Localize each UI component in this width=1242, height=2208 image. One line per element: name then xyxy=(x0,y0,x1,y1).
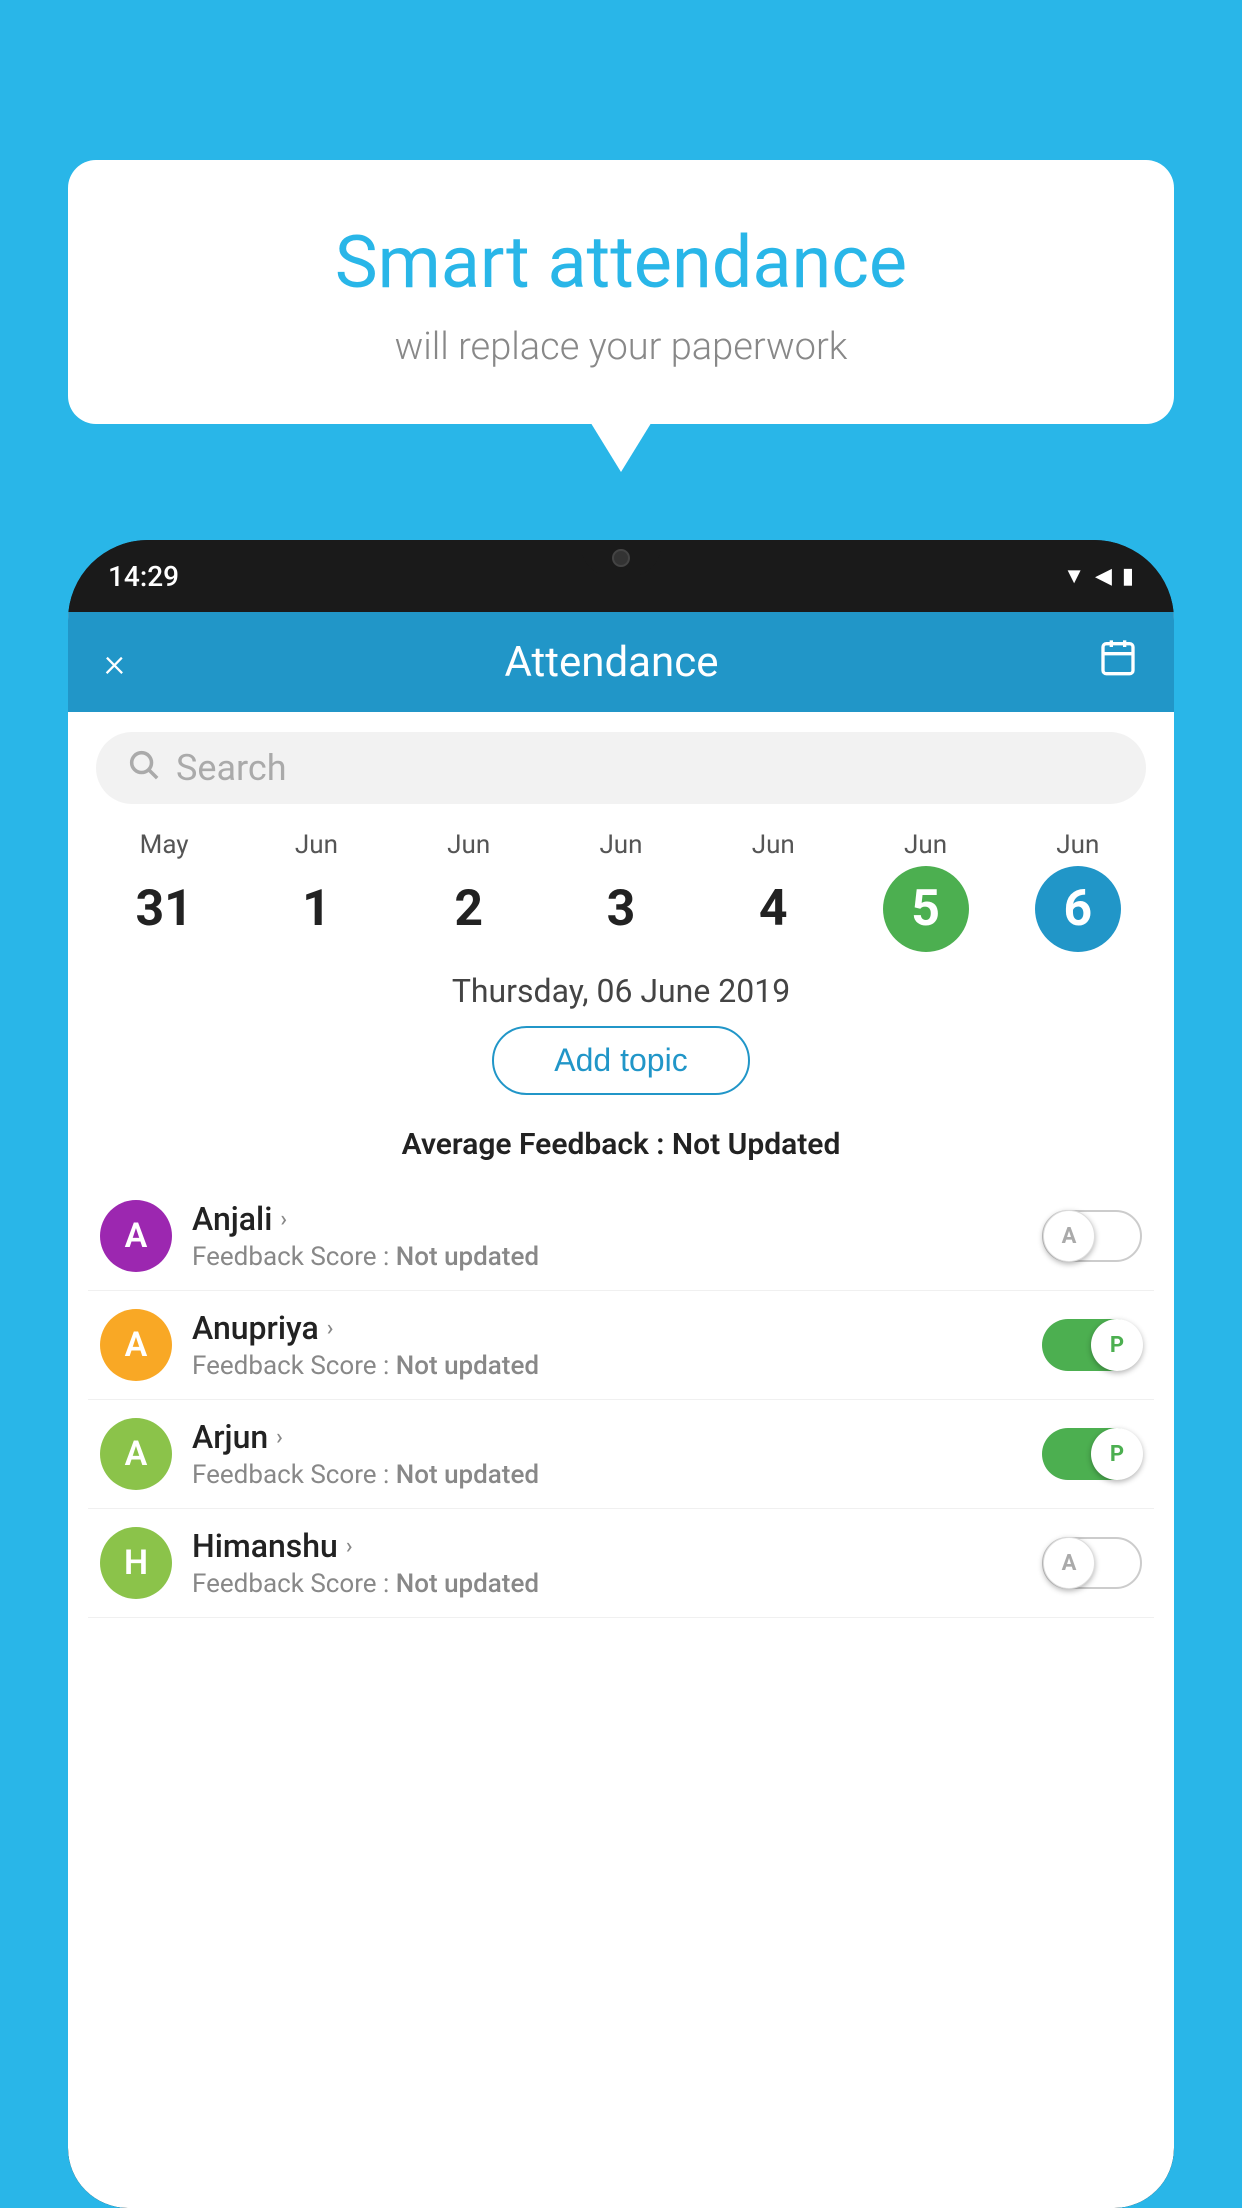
speech-bubble-container: Smart attendance will replace your paper… xyxy=(68,160,1174,424)
cal-month-label: Jun xyxy=(295,830,338,860)
cal-date-number: 31 xyxy=(121,866,207,952)
chevron-icon: › xyxy=(276,1425,283,1450)
student-avatar: H xyxy=(100,1527,172,1599)
speech-bubble: Smart attendance will replace your paper… xyxy=(68,160,1174,424)
search-bar[interactable]: Search xyxy=(96,732,1146,804)
phone-time: 14:29 xyxy=(108,560,179,593)
calendar-day[interactable]: May 31 xyxy=(119,830,209,952)
add-topic-wrapper: Add topic xyxy=(68,1026,1174,1111)
student-avatar: A xyxy=(100,1418,172,1490)
cal-date-number: 2 xyxy=(426,866,512,952)
student-feedback: Feedback Score : Not updated xyxy=(192,1351,1022,1381)
notch-camera xyxy=(612,549,630,567)
student-item: A Anupriya › Feedback Score : Not updated P xyxy=(88,1291,1154,1400)
student-name[interactable]: Anjali › xyxy=(192,1200,1022,1238)
app-screen: × Attendance Search May31Jun1Jun2Jun3Jun… xyxy=(68,612,1174,2208)
student-name[interactable]: Anupriya › xyxy=(192,1309,1022,1347)
attendance-toggle[interactable]: A xyxy=(1042,1537,1142,1589)
app-header: × Attendance xyxy=(68,612,1174,712)
cal-date-number: 1 xyxy=(273,866,359,952)
battery-icon: ▮ xyxy=(1122,564,1134,589)
cal-date-number: 6 xyxy=(1035,866,1121,952)
calendar-day[interactable]: Jun 6 xyxy=(1033,830,1123,952)
cal-date-number: 5 xyxy=(883,866,969,952)
student-name[interactable]: Arjun › xyxy=(192,1418,1022,1456)
attendance-toggle[interactable]: A xyxy=(1042,1210,1142,1262)
search-placeholder: Search xyxy=(176,747,287,789)
toggle-knob: P xyxy=(1091,1428,1143,1480)
toggle-knob: A xyxy=(1043,1537,1095,1589)
student-info: Himanshu › Feedback Score : Not updated xyxy=(192,1527,1022,1599)
student-avatar: A xyxy=(100,1200,172,1272)
calendar-day[interactable]: Jun 3 xyxy=(576,830,666,952)
avg-feedback-value: Not Updated xyxy=(672,1127,840,1162)
student-feedback: Feedback Score : Not updated xyxy=(192,1460,1022,1490)
phone-frame: 14:29 ▼ ◀ ▮ × Attendance Search Ma xyxy=(68,540,1174,2208)
bubble-subtitle: will replace your paperwork xyxy=(108,325,1134,369)
chevron-icon: › xyxy=(280,1207,287,1232)
student-item: A Anjali › Feedback Score : Not updated A xyxy=(88,1182,1154,1291)
phone-status-bar: 14:29 ▼ ◀ ▮ xyxy=(68,540,1174,612)
chevron-icon: › xyxy=(346,1534,353,1559)
student-item: H Himanshu › Feedback Score : Not updated A xyxy=(88,1509,1154,1618)
calendar-day[interactable]: Jun 5 xyxy=(881,830,971,952)
student-info: Anjali › Feedback Score : Not updated xyxy=(192,1200,1022,1272)
student-name[interactable]: Himanshu › xyxy=(192,1527,1022,1565)
student-feedback: Feedback Score : Not updated xyxy=(192,1242,1022,1272)
student-avatar: A xyxy=(100,1309,172,1381)
cal-month-label: Jun xyxy=(599,830,642,860)
cal-date-number: 4 xyxy=(730,866,816,952)
status-icons: ▼ ◀ ▮ xyxy=(1063,563,1134,589)
cal-month-label: Jun xyxy=(1056,830,1099,860)
toggle-knob: P xyxy=(1091,1319,1143,1371)
close-button[interactable]: × xyxy=(104,639,125,686)
attendance-toggle[interactable]: P xyxy=(1042,1428,1142,1480)
student-item: A Arjun › Feedback Score : Not updated P xyxy=(88,1400,1154,1509)
app-title: Attendance xyxy=(504,638,718,687)
search-icon xyxy=(126,747,160,790)
cal-date-number: 3 xyxy=(578,866,664,952)
bubble-title: Smart attendance xyxy=(108,220,1134,305)
student-info: Anupriya › Feedback Score : Not updated xyxy=(192,1309,1022,1381)
cal-month-label: Jun xyxy=(752,830,795,860)
calendar-day[interactable]: Jun 1 xyxy=(271,830,361,952)
phone-notch xyxy=(581,540,661,576)
toggle-knob: A xyxy=(1043,1210,1095,1262)
calendar-day[interactable]: Jun 4 xyxy=(728,830,818,952)
cal-month-label: Jun xyxy=(904,830,947,860)
signal-icon: ◀ xyxy=(1095,564,1112,589)
student-info: Arjun › Feedback Score : Not updated xyxy=(192,1418,1022,1490)
attendance-toggle[interactable]: P xyxy=(1042,1319,1142,1371)
calendar-icon[interactable] xyxy=(1098,637,1138,687)
calendar-row: May 31 Jun 1 Jun 2 Jun 3 Jun 4 Jun 5 Jun 6 xyxy=(68,820,1174,952)
add-topic-button[interactable]: Add topic xyxy=(492,1026,749,1095)
student-list: AAnjali ›Feedback Score : Not updatedAAA… xyxy=(68,1182,1174,1618)
cal-month-label: Jun xyxy=(447,830,490,860)
calendar-day[interactable]: Jun 2 xyxy=(424,830,514,952)
cal-month-label: May xyxy=(140,830,189,860)
avg-feedback-label: Average Feedback : xyxy=(402,1127,665,1162)
avg-feedback: Average Feedback : Not Updated xyxy=(68,1127,1174,1162)
chevron-icon: › xyxy=(327,1316,334,1341)
selected-date: Thursday, 06 June 2019 xyxy=(68,972,1174,1010)
student-feedback: Feedback Score : Not updated xyxy=(192,1569,1022,1599)
wifi-icon: ▼ xyxy=(1063,563,1085,589)
